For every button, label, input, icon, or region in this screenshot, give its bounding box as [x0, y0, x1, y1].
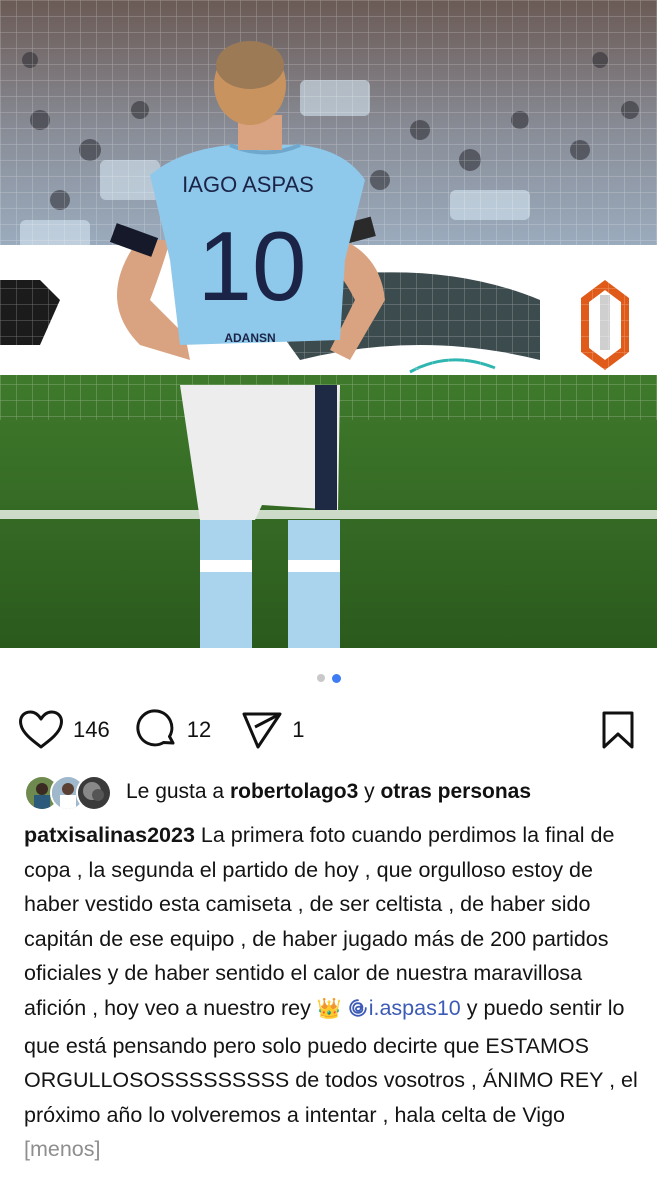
caption-username[interactable]: patxisalinas2023 [24, 823, 195, 847]
bookmark-icon [601, 710, 635, 750]
threads-icon [348, 994, 368, 1029]
carousel-dot-1 [316, 674, 325, 682]
share-icon [241, 710, 283, 750]
show-less-link[interactable]: [menos] [24, 1137, 100, 1161]
liked-by-prefix: Le gusta a [126, 780, 225, 803]
carousel-indicator [0, 672, 657, 684]
liker-avatars [24, 774, 112, 811]
heart-icon [18, 710, 64, 750]
avatar [76, 775, 112, 811]
liked-by-others[interactable]: otras personas [380, 780, 531, 804]
crown-emoji: 👑 [316, 997, 342, 1020]
jersey-sponsor: ADANSN [224, 331, 275, 345]
share-button[interactable]: 1 [241, 710, 304, 750]
save-button[interactable] [601, 710, 635, 750]
caption-text-part1: La primera foto cuando perdimos la final… [24, 823, 615, 1020]
likes-count: 146 [73, 717, 110, 742]
jersey-number: 10 [197, 211, 306, 321]
carousel-dot-2-active [331, 673, 341, 683]
like-button[interactable]: 146 [18, 710, 110, 750]
jersey-name: IAGO ASPAS [182, 172, 314, 197]
photo-illustration: IAGO ASPAS 10 ADANSN [0, 0, 657, 648]
liked-by-connector: y [364, 780, 375, 803]
liked-by-row[interactable]: Le gusta a robertolago3 y otras personas [24, 772, 637, 812]
post-caption: patxisalinas2023 La primera foto cuando … [24, 818, 642, 1167]
action-bar: 146 12 1 [18, 706, 635, 754]
shares-count: 1 [292, 717, 305, 742]
comment-button[interactable]: 12 [136, 709, 211, 751]
mention-link[interactable]: i.aspas10 [348, 996, 461, 1020]
comment-icon [136, 709, 178, 751]
post-photo[interactable]: IAGO ASPAS 10 ADANSN [0, 0, 657, 648]
mention-handle: i.aspas10 [368, 995, 461, 1020]
liked-by-user[interactable]: robertolago3 [230, 780, 358, 804]
comments-count: 12 [186, 717, 212, 742]
